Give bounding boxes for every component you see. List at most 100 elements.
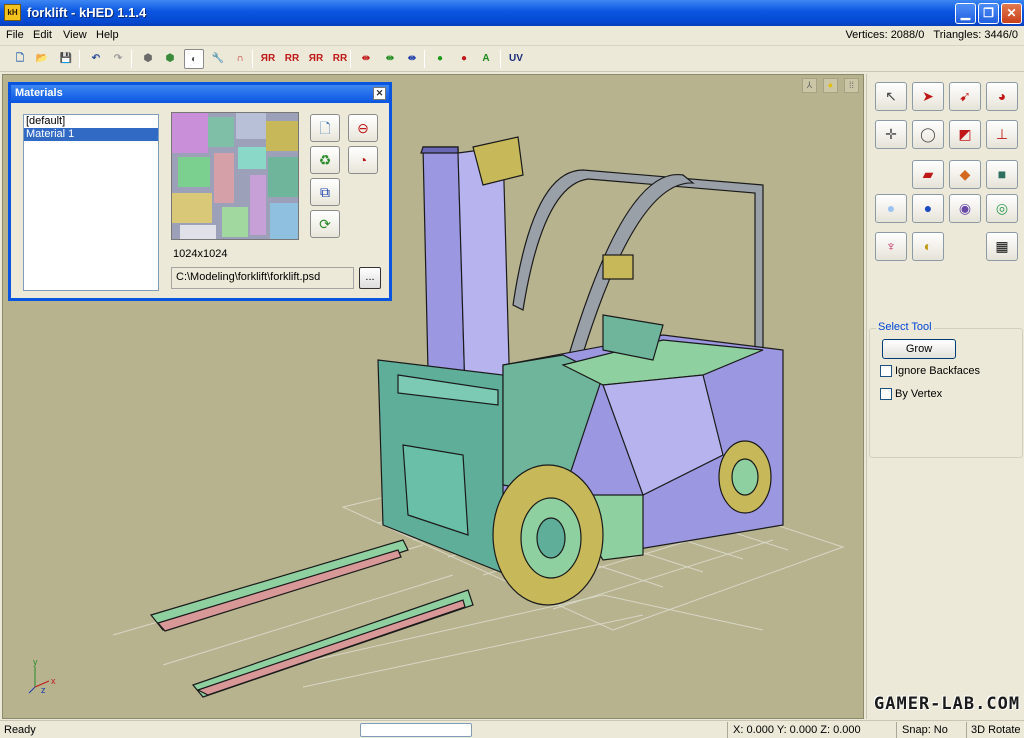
toolbar: 🗋 📂 💾 ↶ ↷ ⬢ ⬢ ◐ 🔧 ∩ ЯR RR ЯR RR ⇹ ⇹ ⇹ ● ● A UV — [0, 46, 1024, 72]
toolbar-separator — [350, 50, 351, 68]
list-item[interactable]: Material 1 — [24, 128, 158, 141]
ignore-backfaces-checkbox[interactable]: Ignore Backfaces — [880, 365, 980, 378]
texture-thumbnail — [171, 112, 299, 240]
material-list[interactable]: [default] Material 1 — [23, 114, 159, 291]
grid-icon[interactable]: ⁞⁞ — [844, 78, 859, 93]
delete-material-icon[interactable]: ⊖ — [348, 114, 378, 142]
materials-icon[interactable]: ◐ — [184, 49, 204, 69]
split-z-icon[interactable]: ⇹ — [402, 49, 422, 69]
menu-file[interactable]: File — [6, 29, 24, 41]
toolbar-separator — [500, 50, 501, 68]
select-pointer-icon[interactable]: ↖ — [875, 82, 907, 111]
recycle-texture-icon[interactable]: ♻ — [310, 146, 340, 174]
wrench-icon[interactable]: 🔧 — [208, 49, 228, 69]
mirror-x-icon[interactable]: ЯR — [258, 49, 278, 69]
scale-icon[interactable]: ◩ — [949, 120, 981, 149]
toolbar-separator — [79, 50, 80, 68]
magnet-icon[interactable]: ∩ — [230, 49, 250, 69]
light-icon[interactable]: ● — [822, 78, 838, 93]
materials-dialog: Materials ✕ [default] Material 1 1024x10… — [8, 82, 392, 301]
texture-path-field[interactable]: C:\Modeling\forklift\forklift.psd — [171, 267, 354, 289]
open-folder-icon[interactable]: 📂 — [32, 49, 52, 69]
group-icon[interactable]: ● — [430, 49, 450, 69]
new-material-icon[interactable]: 🗋 — [310, 114, 340, 142]
reload-texture-icon[interactable]: ⟳ — [310, 210, 340, 238]
pivot-icon[interactable]: ⊥ — [986, 120, 1018, 149]
mirror-y-icon[interactable]: RR — [282, 49, 302, 69]
progress-bar — [360, 723, 472, 737]
menu-bar: File Edit View Help Vertices: 2088/0 Tri… — [0, 26, 1024, 46]
copy-material-icon[interactable]: ⧉ — [310, 178, 340, 206]
clear-texture-icon[interactable]: ◔ — [348, 146, 378, 174]
create-box-flat-icon[interactable]: ◆ — [949, 160, 981, 189]
grow-button[interactable]: Grow — [882, 339, 956, 359]
move-icon[interactable]: ✛ — [875, 120, 907, 149]
checkbox-box[interactable] — [880, 365, 892, 378]
by-vertex-label: By Vertex — [895, 388, 943, 401]
create-geosphere-icon[interactable]: ● — [912, 194, 944, 223]
vertices-count: Vertices: 2088/0 — [845, 29, 925, 41]
create-cone-icon[interactable]: ◐ — [912, 232, 944, 261]
select-arrow-icon[interactable]: ➤ — [912, 82, 944, 111]
viewport-icons: ⅄ ● ⁞⁞ — [799, 78, 859, 93]
undo-icon[interactable]: ↶ — [86, 49, 106, 69]
mesh-stats: Vertices: 2088/0 Triangles: 3446/0 — [839, 29, 1018, 41]
app-icon: kH — [4, 4, 21, 21]
by-vertex-checkbox[interactable]: By Vertex — [880, 388, 943, 401]
create-cylinder-icon[interactable]: ♆ — [875, 232, 907, 261]
new-file-icon[interactable]: 🗋 — [10, 49, 30, 69]
menu-view[interactable]: View — [63, 29, 87, 41]
maximize-button[interactable]: ❐ — [978, 3, 999, 24]
create-ring-icon[interactable]: ◎ — [986, 194, 1018, 223]
create-torus-icon[interactable]: ◉ — [949, 194, 981, 223]
title-bar: kH forklift - kHED 1.1.4 ▁ ❐ ✕ — [0, 0, 1024, 26]
dialog-close-icon[interactable]: ✕ — [373, 87, 386, 100]
import-icon[interactable]: ⬢ — [138, 49, 158, 69]
close-button[interactable]: ✕ — [1001, 3, 1022, 24]
select-lasso-icon[interactable]: ➹ — [949, 82, 981, 111]
mirror-z-icon[interactable]: ЯR — [306, 49, 326, 69]
cursor-coords: X: 0.000 Y: 0.000 Z: 0.000 — [733, 724, 861, 736]
menu-help[interactable]: Help — [96, 29, 119, 41]
rotate-icon[interactable]: ◯ — [912, 120, 944, 149]
list-item[interactable]: [default] — [24, 115, 158, 128]
checker-icon[interactable]: ▦ — [986, 232, 1018, 261]
toolbar-separator — [252, 50, 253, 68]
status-divider — [727, 722, 728, 738]
save-icon[interactable]: 💾 — [56, 49, 76, 69]
tool-panel: Select Tool Grow Ignore Backfaces By Ver… — [866, 74, 1024, 719]
create-plane-icon[interactable]: ▰ — [912, 160, 944, 189]
browse-button[interactable]: ... — [359, 267, 381, 289]
create-sphere-icon[interactable]: ● — [875, 194, 907, 223]
checkbox-box[interactable] — [880, 388, 892, 401]
perspective-icon[interactable]: ⅄ — [801, 78, 817, 93]
watermark-logo: GAMER-LAB.COM — [874, 694, 1021, 714]
minimize-button[interactable]: ▁ — [955, 3, 976, 24]
status-divider — [896, 722, 897, 738]
select-tool-title: Select Tool — [876, 321, 934, 333]
select-all-icon[interactable]: A — [476, 49, 496, 69]
export-icon[interactable]: ⬢ — [160, 49, 180, 69]
snap-status: Snap: No — [902, 724, 948, 736]
split-x-icon[interactable]: ⇹ — [356, 49, 376, 69]
select-tool-group: Select Tool Grow Ignore Backfaces By Ver… — [869, 321, 1023, 458]
triangles-count: Triangles: 3446/0 — [933, 29, 1018, 41]
status-bar: Ready X: 0.000 Y: 0.000 Z: 0.000 Snap: N… — [0, 720, 1024, 738]
paint-select-icon[interactable]: ◕ — [986, 82, 1018, 111]
flip-icon[interactable]: RR — [330, 49, 350, 69]
texture-size: 1024x1024 — [173, 248, 228, 260]
split-y-icon[interactable]: ⇹ — [380, 49, 400, 69]
materials-title-text: Materials — [15, 87, 63, 99]
ungroup-icon[interactable]: ● — [454, 49, 474, 69]
status-divider — [966, 722, 967, 738]
redo-icon[interactable]: ↷ — [108, 49, 128, 69]
status-ready: Ready — [4, 724, 36, 736]
toolbar-separator — [131, 50, 132, 68]
toolbar-separator — [424, 50, 425, 68]
materials-dialog-title: Materials ✕ — [11, 85, 389, 103]
create-box-icon[interactable]: ■ — [986, 160, 1018, 189]
axis-y-label: y — [33, 657, 38, 667]
uv-icon[interactable]: UV — [506, 49, 526, 69]
menu-edit[interactable]: Edit — [33, 29, 52, 41]
axis-x-label: x — [51, 676, 56, 686]
